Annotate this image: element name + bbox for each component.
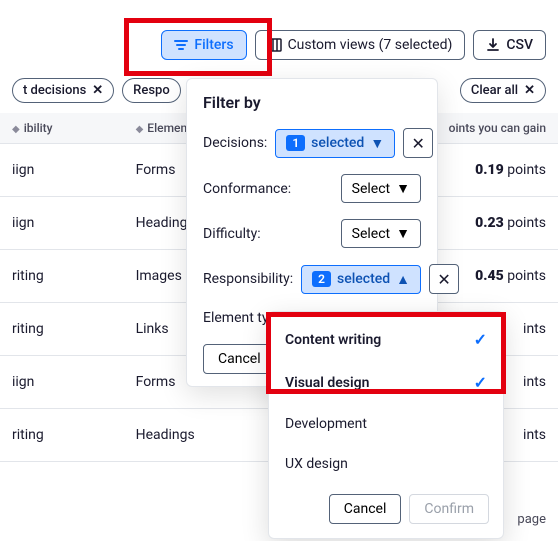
- chip-resp-label: Respo: [133, 83, 170, 98]
- responsibility-clear[interactable]: ✕: [429, 264, 459, 294]
- responsibility-option[interactable]: Content writing ✓: [269, 318, 503, 361]
- clear-all-button[interactable]: Clear all ✕: [460, 78, 546, 103]
- responsibility-option[interactable]: Development: [269, 404, 503, 444]
- resp-cancel-button[interactable]: Cancel: [329, 494, 402, 524]
- csv-label: CSV: [506, 37, 533, 53]
- cell-responsibility: riting: [0, 250, 124, 303]
- chevron-down-icon: ▼: [370, 135, 384, 152]
- option-label: Content writing: [285, 332, 381, 348]
- clear-all-label: Clear all: [471, 83, 518, 98]
- responsibility-dropdown: Content writing ✓ Visual design ✓ Developmen…: [268, 311, 504, 539]
- check-icon: ✓: [474, 330, 487, 349]
- chip-responsibility[interactable]: Respo: [122, 78, 181, 103]
- filter-icon: [174, 39, 188, 51]
- download-icon: [486, 38, 500, 52]
- filters-button[interactable]: Filters: [161, 30, 246, 60]
- selected-label: selected: [311, 135, 364, 151]
- chevron-down-icon: ▼: [396, 180, 410, 197]
- option-label: Development: [285, 416, 367, 432]
- popover-cancel-button[interactable]: Cancel: [203, 344, 276, 374]
- cell-responsibility: riting: [0, 409, 124, 462]
- popover-title: Filter by: [187, 93, 437, 120]
- cell-responsibility: riting: [0, 303, 124, 356]
- sort-icon: ◆: [12, 124, 20, 135]
- difficulty-label: Difficulty:: [203, 226, 261, 242]
- filter-row-responsibility: Responsibility: 2 selected ▲ ✕: [187, 256, 437, 302]
- cell-responsibility: iign: [0, 144, 124, 197]
- cell-responsibility: iign: [0, 356, 124, 409]
- sort-icon: ◆: [136, 124, 144, 135]
- responsibility-option[interactable]: Visual design ✓: [269, 361, 503, 404]
- filter-row-decisions: Decisions: 1 selected ▼ ✕: [187, 120, 437, 166]
- responsibility-select[interactable]: 2 selected ▲: [301, 265, 421, 294]
- responsibility-option[interactable]: UX design: [269, 444, 503, 484]
- decisions-clear[interactable]: ✕: [403, 128, 433, 158]
- cell-responsibility: iign: [0, 197, 124, 250]
- conformance-label: Conformance:: [203, 181, 291, 197]
- responsibility-count: 2: [312, 271, 331, 287]
- custom-views-label: Custom views (7 selected): [288, 37, 453, 53]
- chip-decisions[interactable]: t decisions ✕: [12, 78, 114, 103]
- check-icon: ✓: [474, 373, 487, 392]
- filters-label: Filters: [194, 37, 233, 53]
- csv-button[interactable]: CSV: [473, 30, 546, 60]
- custom-views-button[interactable]: Custom views (7 selected): [255, 30, 466, 60]
- decisions-count: 1: [286, 135, 305, 151]
- decisions-label: Decisions:: [203, 135, 267, 151]
- decisions-select[interactable]: 1 selected ▼: [275, 129, 395, 158]
- responsibility-label: Responsibility:: [203, 271, 293, 287]
- page-indicator: page: [517, 512, 546, 527]
- filter-row-conformance: Conformance: Select ▼: [187, 166, 437, 211]
- close-icon: ✕: [92, 83, 103, 98]
- selected-label: selected: [337, 271, 390, 287]
- option-label: UX design: [285, 456, 348, 472]
- difficulty-select[interactable]: Select ▼: [341, 219, 421, 248]
- col-responsibility[interactable]: ◆ibility: [0, 113, 124, 144]
- filter-row-difficulty: Difficulty: Select ▼: [187, 211, 437, 256]
- toolbar: Filters Custom views (7 selected) CSV: [0, 0, 558, 72]
- chip-decisions-label: t decisions: [23, 83, 86, 98]
- chevron-up-icon: ▲: [396, 271, 410, 288]
- chevron-down-icon: ▼: [396, 225, 410, 242]
- resp-confirm-button[interactable]: Confirm: [409, 494, 489, 524]
- close-icon: ✕: [524, 83, 535, 98]
- columns-icon: [268, 38, 282, 52]
- conformance-select[interactable]: Select ▼: [341, 174, 421, 203]
- option-label: Visual design: [285, 375, 369, 391]
